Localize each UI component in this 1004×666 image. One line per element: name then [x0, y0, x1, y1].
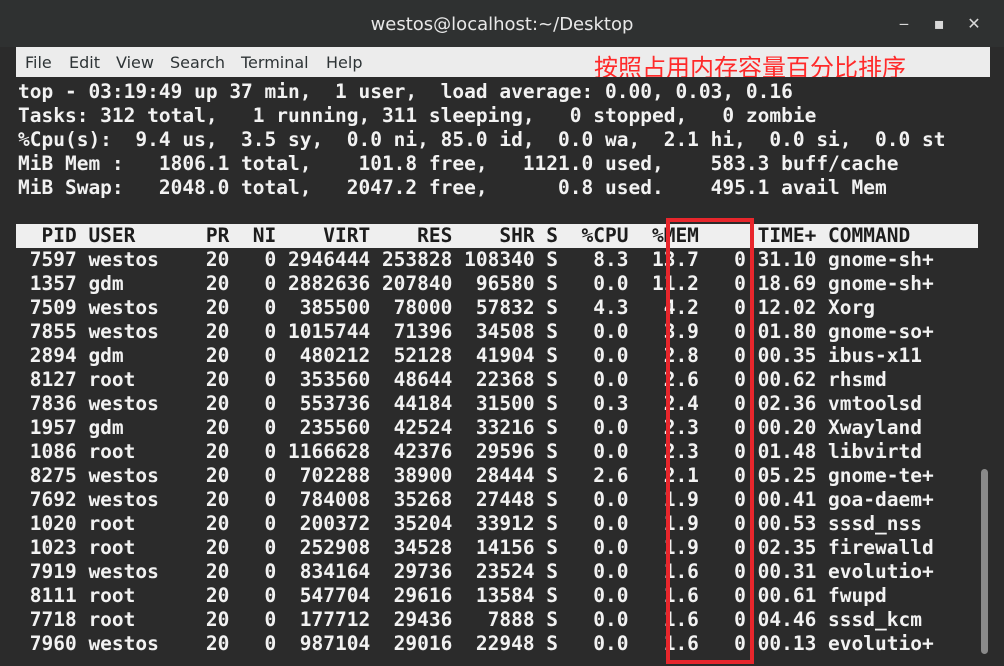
menu-edit[interactable]: Edit	[69, 53, 100, 72]
process-row: 7855 westos 20 0 1015744 71396 34508 S 0…	[18, 320, 934, 343]
process-row: 7597 westos 20 0 2946444 253828 108340 S…	[18, 248, 934, 271]
process-row: 1957 gdm 20 0 235560 42524 33216 S 0.0 2…	[18, 416, 922, 439]
close-icon[interactable]: ✕	[964, 14, 984, 34]
process-row: 1023 root 20 0 252908 34528 14156 S 0.0 …	[18, 536, 934, 559]
column-header: PID USER PR NI VIRT RES SHR S %CPU %MEM …	[18, 224, 911, 247]
minimize-icon[interactable]: ‒	[894, 14, 914, 34]
process-row: 7960 westos 20 0 987104 29016 22948 S 0.…	[18, 632, 934, 655]
menu-view[interactable]: View	[116, 53, 154, 72]
process-row: 1086 root 20 0 1166628 42376 29596 S 0.0…	[18, 440, 922, 463]
process-row: 1357 gdm 20 0 2882636 207840 96580 S 0.0…	[18, 272, 934, 295]
top-cpu-line: %Cpu(s): 9.4 us, 3.5 sy, 0.0 ni, 85.0 id…	[18, 128, 946, 151]
process-row: 7919 westos 20 0 834164 29736 23524 S 0.…	[18, 560, 934, 583]
process-row: 8127 root 20 0 353560 48644 22368 S 0.0 …	[18, 368, 887, 391]
process-row: 7836 westos 20 0 553736 44184 31500 S 0.…	[18, 392, 922, 415]
terminal-area[interactable]: top - 03:19:49 up 37 min, 1 user, load a…	[16, 77, 990, 666]
menu-terminal[interactable]: Terminal	[241, 53, 309, 72]
process-row: 8111 root 20 0 547704 29616 13584 S 0.0 …	[18, 584, 887, 607]
top-mem-line: MiB Mem : 1806.1 total, 101.8 free, 1121…	[18, 152, 899, 175]
menu-help[interactable]: Help	[326, 53, 362, 72]
window-title: westos@localhost:~/Desktop	[370, 14, 634, 35]
title-bar: westos@localhost:~/Desktop ‒ ▪ ✕	[0, 0, 1004, 47]
process-row: 2894 gdm 20 0 480212 52128 41904 S 0.0 2…	[18, 344, 922, 367]
process-row: 8275 westos 20 0 702288 38900 28444 S 2.…	[18, 464, 934, 487]
maximize-icon[interactable]: ▪	[929, 14, 949, 34]
top-uptime-line: top - 03:19:49 up 37 min, 1 user, load a…	[18, 80, 793, 103]
top-swap-line: MiB Swap: 2048.0 total, 2047.2 free, 0.8…	[18, 176, 887, 199]
menu-search[interactable]: Search	[170, 53, 225, 72]
process-row: 7692 westos 20 0 784008 35268 27448 S 0.…	[18, 488, 934, 511]
process-row: 1020 root 20 0 200372 35204 33912 S 0.0 …	[18, 512, 922, 535]
scrollbar-thumb[interactable]	[981, 469, 988, 654]
mem-column-highlight	[666, 218, 754, 664]
menu-file[interactable]: File	[25, 53, 52, 72]
top-tasks-line: Tasks: 312 total, 1 running, 311 sleepin…	[18, 104, 817, 127]
process-row: 7718 root 20 0 177712 29436 7888 S 0.0 1…	[18, 608, 922, 631]
